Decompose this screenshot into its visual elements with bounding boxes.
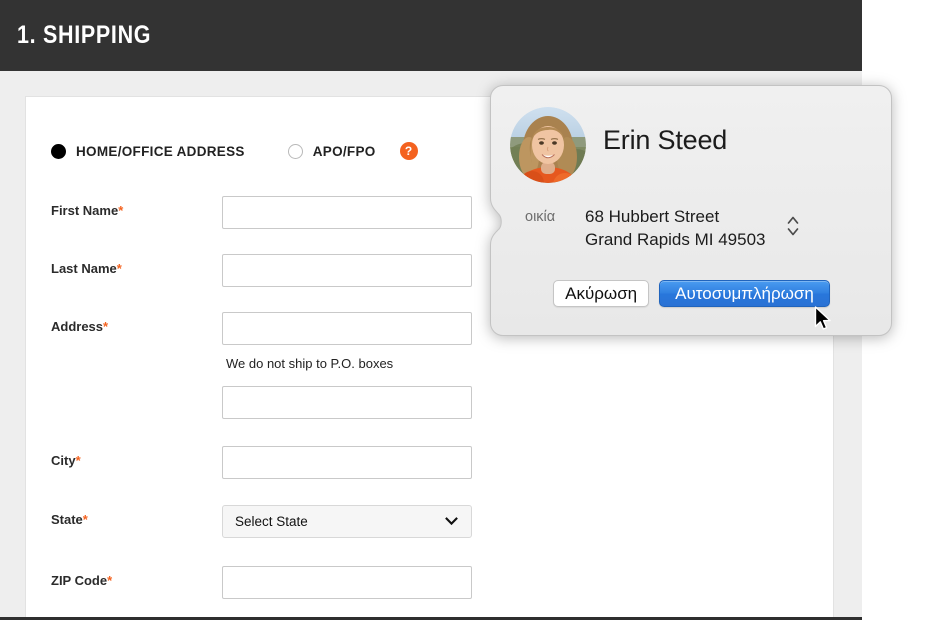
input-zip-code[interactable]	[222, 566, 472, 599]
popover-button-row: Ακύρωση Αυτοσυμπλήρωση	[490, 280, 893, 307]
label-zip-code: ZIP Code*	[51, 573, 112, 588]
label-city-text: City	[51, 453, 76, 468]
label-state: State*	[51, 512, 88, 527]
label-last-name-text: Last Name	[51, 261, 117, 276]
input-address-line-2[interactable]	[222, 386, 472, 419]
label-address: Address*	[51, 319, 108, 334]
radio-apo-fpo-label: APO/FPO	[312, 143, 376, 159]
select-state-value: Select State	[235, 514, 308, 529]
address-value: 68 Hubbert Street Grand Rapids MI 49503	[585, 205, 766, 251]
address-hint-text: We do not ship to P.O. boxes	[226, 356, 394, 371]
required-asterisk: *	[75, 453, 81, 468]
radio-apo-fpo[interactable]: APO/FPO	[287, 141, 376, 161]
input-address-line-1[interactable]	[222, 312, 472, 345]
label-city: City*	[51, 453, 81, 468]
shipping-section-header: 1. SHIPPING	[0, 0, 862, 71]
label-last-name: Last Name*	[51, 261, 122, 276]
radio-unselected-icon	[287, 143, 303, 159]
input-first-name[interactable]	[222, 196, 472, 229]
contact-name: Erin Steed	[603, 125, 728, 155]
input-city[interactable]	[222, 446, 472, 479]
avatar	[510, 107, 586, 183]
label-zip-code-text: ZIP Code	[51, 573, 108, 588]
autofill-popover: Erin Steed οικία 68 Hubbert Street Grand…	[490, 85, 893, 336]
radio-home-office-label: HOME/OFFICE ADDRESS	[76, 143, 245, 159]
input-last-name[interactable]	[222, 254, 472, 287]
required-asterisk: *	[82, 512, 88, 527]
address-line-2: Grand Rapids MI 49503	[585, 230, 766, 249]
required-asterisk: *	[107, 573, 113, 588]
question-mark-icon[interactable]: ?	[399, 142, 418, 160]
select-state[interactable]: Select State	[222, 505, 472, 538]
screenshot-root: 1. SHIPPING HOME/OFFICE ADDRESS APO/FPO …	[0, 0, 931, 620]
autofill-button[interactable]: Αυτοσυμπλήρωση	[659, 280, 830, 307]
chevron-down-icon	[445, 515, 458, 528]
stepper-up-down-icon[interactable]	[786, 213, 800, 239]
label-state-text: State	[51, 512, 83, 527]
cancel-button[interactable]: Ακύρωση	[553, 280, 650, 307]
address-type-radio-group: HOME/OFFICE ADDRESS APO/FPO ?	[51, 141, 418, 161]
radio-selected-icon	[51, 143, 66, 159]
label-first-name-text: First Name	[51, 203, 119, 218]
label-address-text: Address	[51, 319, 104, 334]
label-first-name: First Name*	[51, 203, 123, 218]
radio-home-office-address[interactable]: HOME/OFFICE ADDRESS	[51, 141, 245, 161]
address-type-label: οικία	[525, 209, 556, 225]
required-asterisk: *	[116, 261, 122, 276]
required-asterisk: *	[103, 319, 109, 334]
address-line-1: 68 Hubbert Street	[585, 207, 720, 226]
page-title: 1. SHIPPING	[17, 21, 152, 49]
required-asterisk: *	[118, 203, 124, 218]
